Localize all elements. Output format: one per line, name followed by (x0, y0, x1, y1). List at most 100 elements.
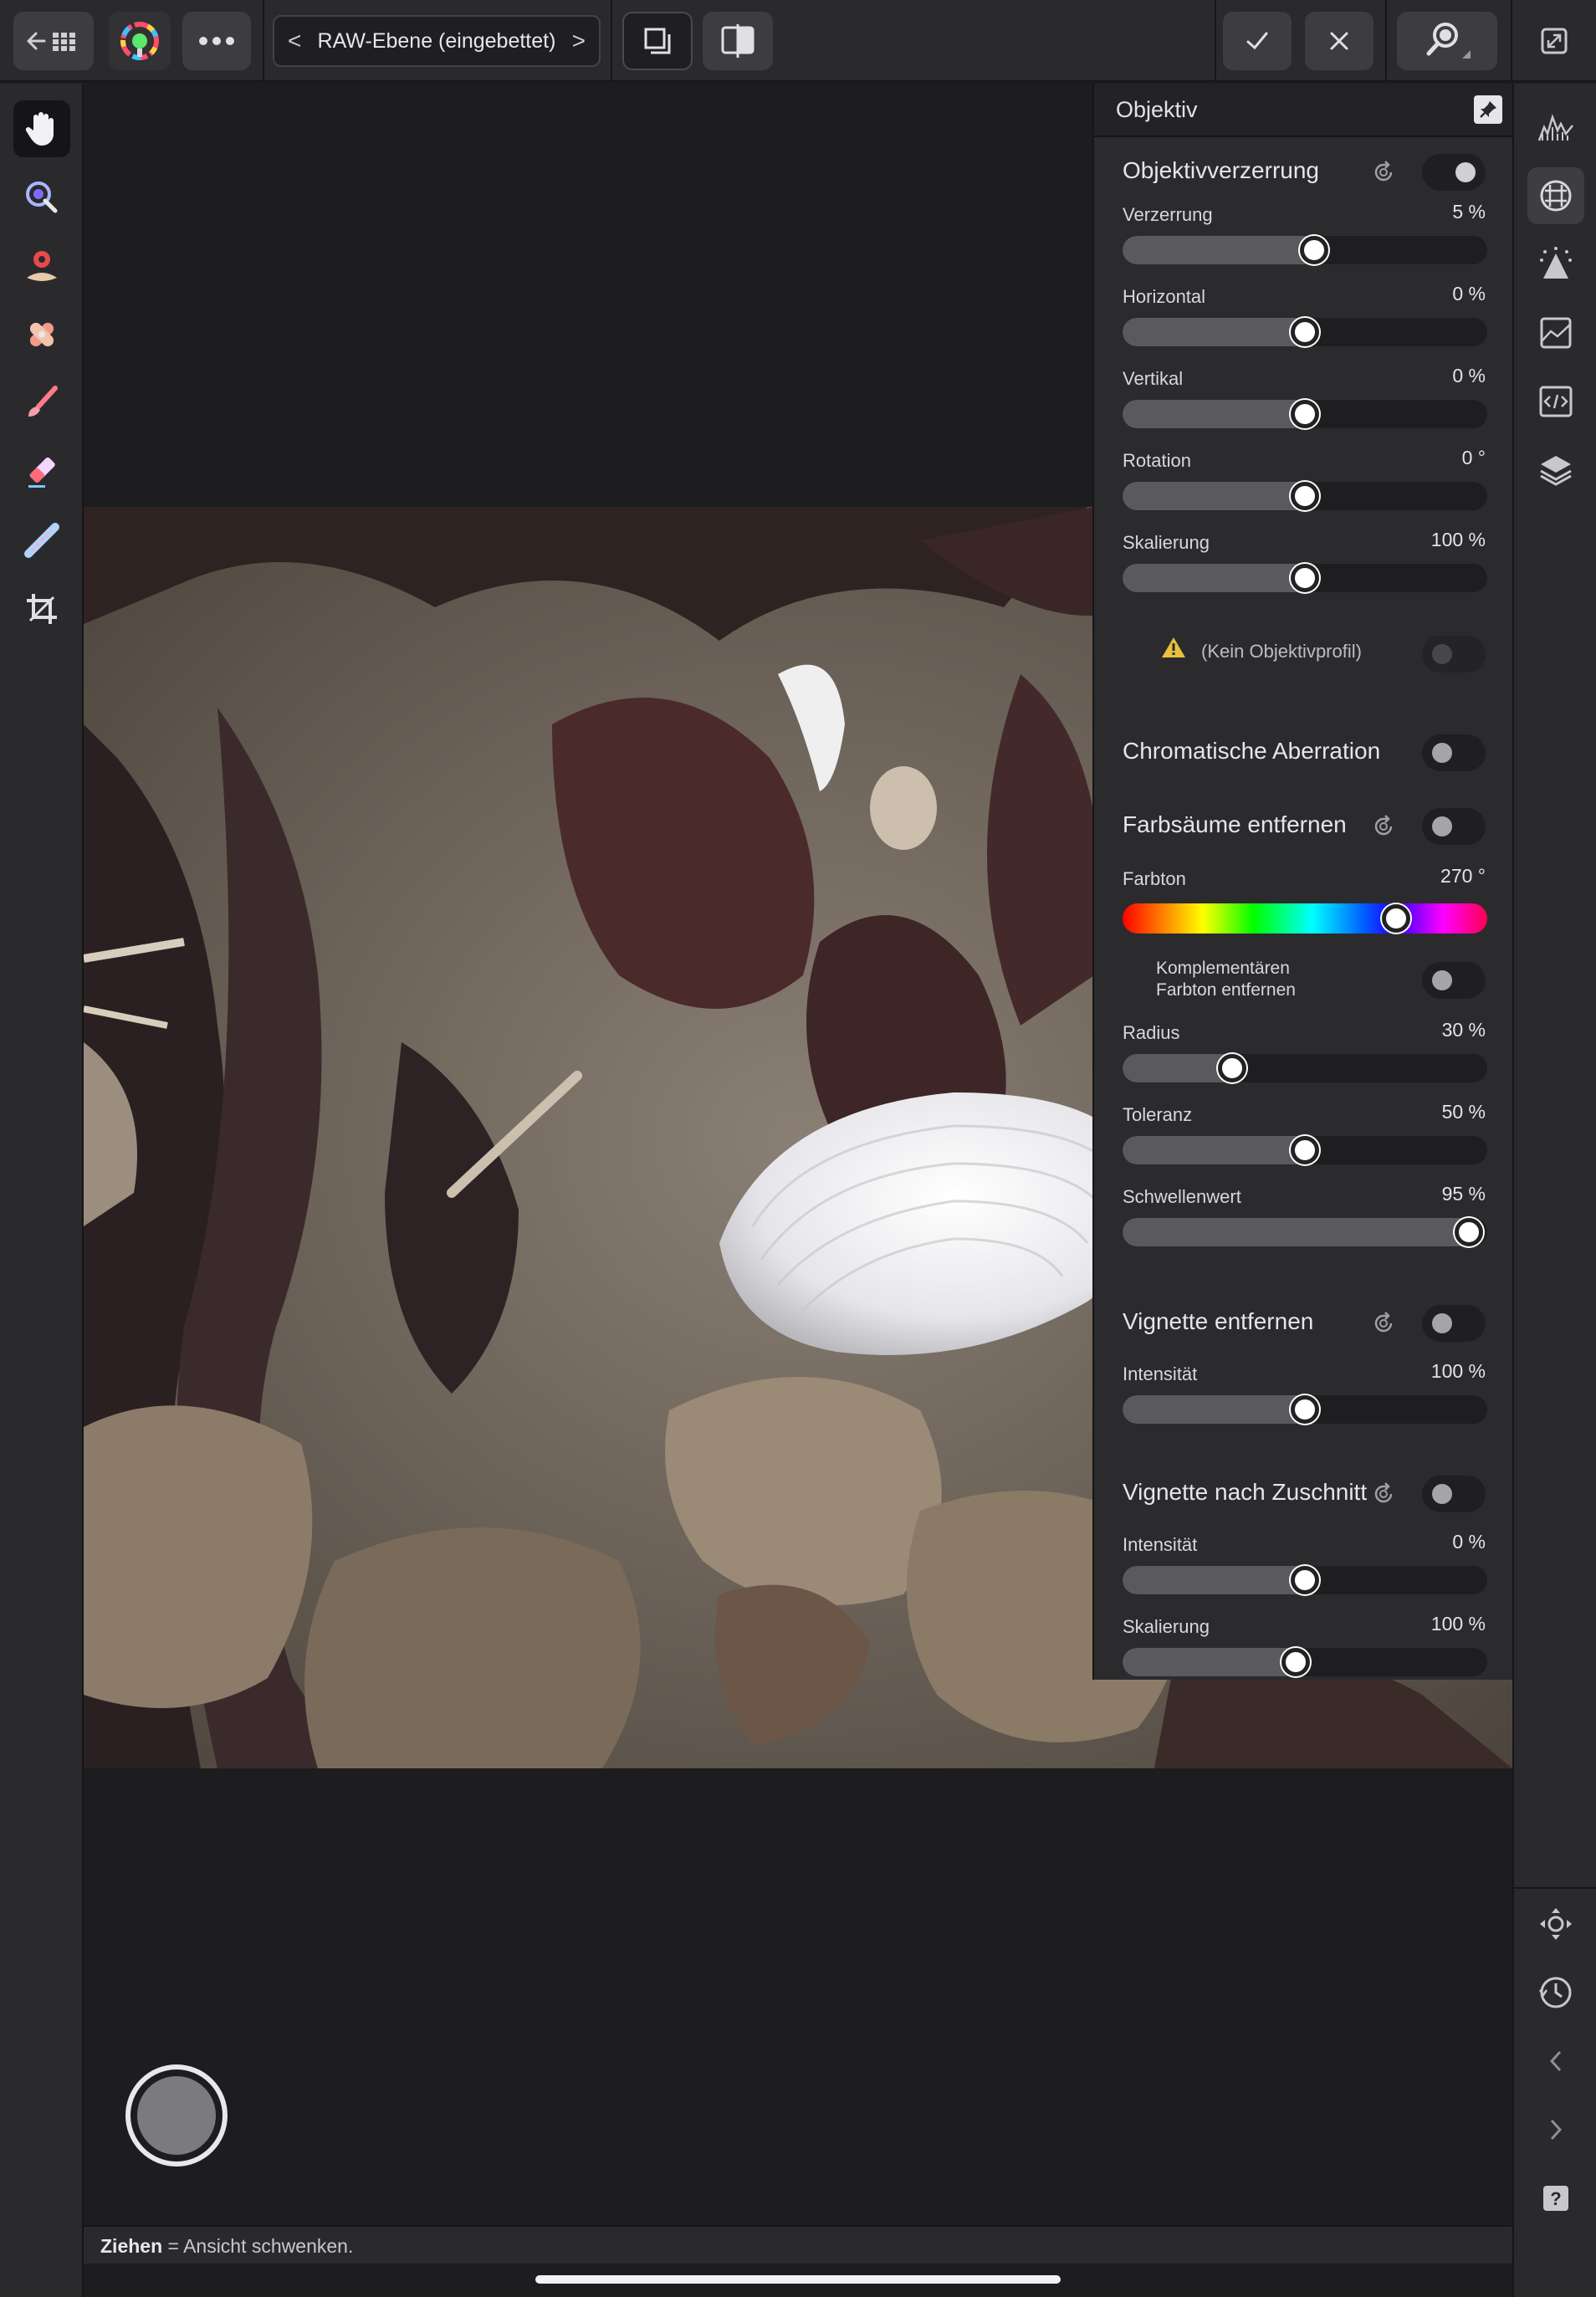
next-layer-arrow[interactable]: > (572, 28, 586, 54)
slider-fill (1123, 1136, 1305, 1164)
slider-knob[interactable] (1291, 1566, 1319, 1594)
slider-value: 95 % (1441, 1183, 1486, 1205)
home-indicator[interactable] (535, 2275, 1061, 2284)
defringe-reset-button[interactable] (1370, 813, 1397, 840)
status-hint: Ziehen = Ansicht schwenken. (100, 2235, 353, 2258)
overlay-icon (644, 28, 671, 54)
lens-distortion-reset-button[interactable] (1370, 159, 1397, 186)
more-button[interactable] (182, 12, 251, 70)
layer-selector[interactable]: < RAW-Ebene (eingebettet) > (273, 15, 601, 67)
crop-icon (27, 594, 57, 624)
slider-knob[interactable] (1291, 1395, 1319, 1424)
status-bar: Ziehen = Ansicht schwenken. (84, 2225, 1512, 2264)
histogram-studio-button[interactable] (1527, 99, 1584, 156)
history-button[interactable] (1527, 1964, 1584, 2021)
slider-fill (1123, 564, 1305, 592)
cancel-button[interactable] (1305, 12, 1373, 70)
lens-studio-button[interactable] (1527, 167, 1584, 224)
post-crop-vignette-toggle[interactable] (1422, 1476, 1486, 1512)
slider-knob[interactable] (1291, 318, 1319, 346)
slider-knob[interactable] (1291, 400, 1319, 428)
gradient-icon (24, 523, 59, 558)
back-grid-button[interactable] (13, 12, 94, 70)
help-button[interactable]: ? (1527, 2170, 1584, 2227)
slider-knob[interactable] (1291, 482, 1319, 510)
zoom-button[interactable] (1397, 12, 1497, 70)
slider-knob[interactable] (1455, 1218, 1484, 1246)
tones-icon (1540, 317, 1572, 349)
eraser-icon (28, 457, 55, 488)
chromatic-aberration-title: Chromatische Aberration (1123, 738, 1381, 764)
slider-track[interactable] (1123, 1218, 1487, 1246)
snapshot-inner (137, 2076, 216, 2155)
snapshot-button[interactable] (125, 2064, 228, 2167)
details-studio-button[interactable] (1527, 236, 1584, 293)
vignette-reset-button[interactable] (1370, 1310, 1397, 1337)
slider-label: Skalierung (1123, 532, 1210, 553)
slider-fill (1123, 1054, 1232, 1082)
slider-label: Vertikal (1123, 368, 1184, 389)
overlay-button[interactable] (622, 12, 693, 70)
slider-fill (1123, 1395, 1305, 1424)
lens-panel: Objektiv Objektivverzerrung (Kein Objekt… (1092, 84, 1512, 1680)
red-eye-tool-button[interactable] (13, 238, 70, 294)
undo-button[interactable] (1527, 2033, 1584, 2090)
slider-knob[interactable] (1281, 1648, 1311, 1676)
view-tool-button[interactable] (13, 100, 70, 157)
overlay-gradient-tool-button[interactable] (13, 512, 70, 569)
slider-label: Horizontal (1123, 286, 1206, 307)
slider-label: Radius (1123, 1022, 1180, 1043)
chromatic-aberration-toggle[interactable] (1422, 734, 1486, 771)
slider-fill (1123, 482, 1305, 510)
erase-tool-button[interactable] (13, 443, 70, 500)
reset-icon (1374, 1482, 1393, 1503)
tones-studio-button[interactable] (1527, 304, 1584, 361)
brush-tool-button[interactable] (13, 375, 70, 432)
hue-slider[interactable] (1123, 903, 1487, 934)
code-icon (1539, 386, 1573, 417)
vignette-toggle[interactable] (1422, 1305, 1486, 1342)
help-icon: ? (1543, 2186, 1568, 2211)
slider-knob[interactable] (1299, 236, 1328, 264)
split-view-button[interactable] (703, 12, 773, 70)
status-hint-description: = Ansicht schwenken. (162, 2235, 354, 2257)
hue-slider-knob[interactable] (1382, 904, 1410, 933)
slider-track[interactable] (1123, 1054, 1487, 1082)
fullscreen-icon (1541, 28, 1568, 54)
fullscreen-button[interactable] (1524, 12, 1584, 70)
move-button[interactable] (1527, 1895, 1584, 1952)
hue-label: Farbton (1123, 868, 1186, 889)
slider-label: Schwellenwert (1123, 1186, 1241, 1207)
slider-label: Skalierung (1123, 1616, 1210, 1637)
slider-value: 0 % (1452, 1531, 1486, 1553)
lens-distortion-toggle[interactable] (1422, 154, 1486, 191)
warning-icon (1161, 636, 1186, 663)
post-crop-reset-button[interactable] (1370, 1481, 1397, 1507)
slider-knob[interactable] (1291, 564, 1319, 592)
layers-studio-button[interactable] (1527, 442, 1584, 499)
scope-studio-button[interactable] (1527, 373, 1584, 430)
slider-label: Intensität (1123, 1363, 1198, 1384)
slider-knob[interactable] (1291, 1136, 1319, 1164)
commit-icon (1246, 32, 1268, 50)
complement-hue-toggle[interactable] (1422, 962, 1486, 999)
vignette-title: Vignette entfernen (1123, 1308, 1314, 1334)
defringe-title: Farbsäume entfernen (1123, 811, 1347, 837)
slider-knob[interactable] (1217, 1054, 1246, 1082)
defringe-toggle[interactable] (1422, 808, 1486, 845)
reset-icon (1374, 161, 1393, 182)
zoom-icon (1426, 23, 1471, 59)
layers-icon (1540, 456, 1572, 486)
white-balance-tool-button[interactable] (13, 169, 70, 226)
lens-profile-toggle[interactable] (1422, 636, 1486, 673)
redo-button[interactable] (1527, 2101, 1584, 2158)
slider-value: 0 % (1452, 365, 1486, 386)
move-icon (1540, 1908, 1572, 1940)
pin-panel-button[interactable] (1474, 95, 1502, 124)
previous-layer-arrow[interactable]: < (288, 28, 301, 54)
blemish-tool-button[interactable] (13, 306, 70, 363)
develop-persona-button[interactable] (109, 12, 171, 70)
commit-button[interactable] (1223, 12, 1292, 70)
pin-icon (1480, 101, 1496, 118)
crop-tool-button[interactable] (13, 581, 70, 637)
